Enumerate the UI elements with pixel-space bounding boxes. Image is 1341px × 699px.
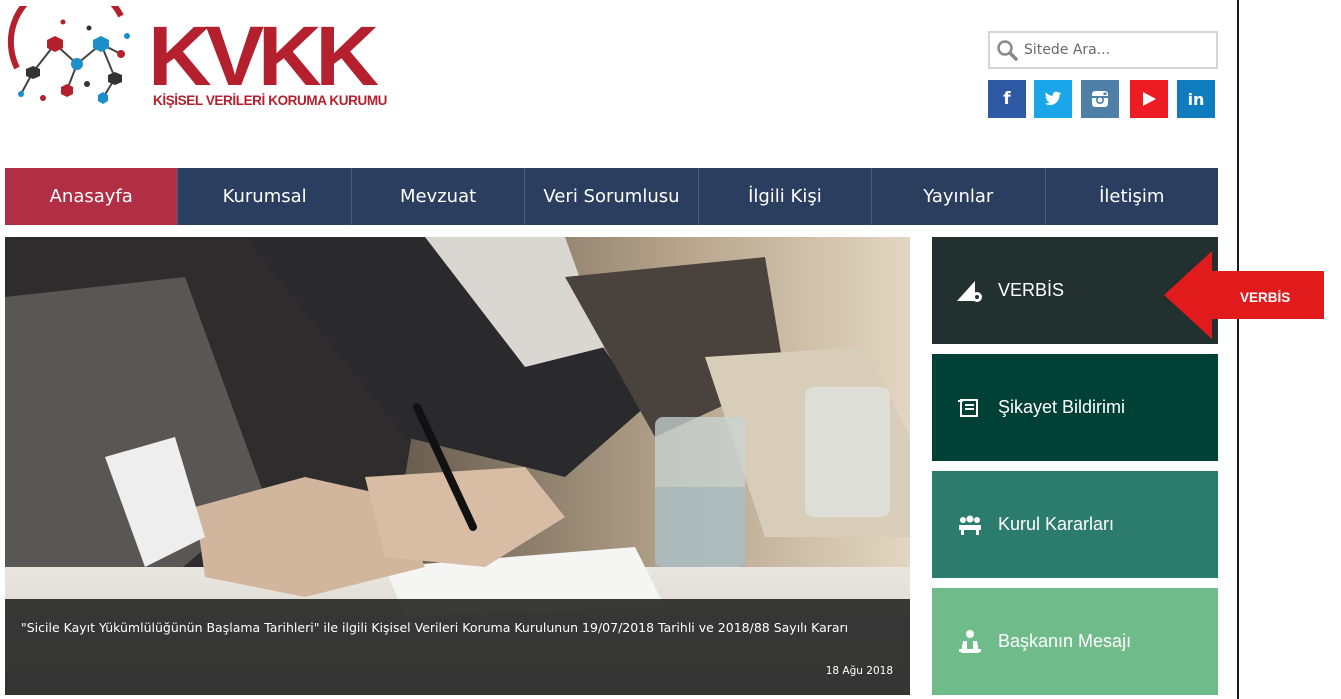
nav-item-ilgili-kisi[interactable]: İlgili Kişi [699,168,873,225]
verbis-icon [954,277,986,305]
tile-kurul-kararlari[interactable]: Kurul Kararları [932,471,1218,578]
facebook-button[interactable]: f [988,80,1026,118]
search-icon [997,40,1018,61]
board-icon [954,511,986,539]
molecule-logo-icon [7,6,130,104]
tile-verbis-label: VERBİS [998,280,1065,300]
nav-item-anasayfa[interactable]: Anasayfa [5,168,179,225]
hero-slider[interactable]: "Sicile Kayıt Yükümlülüğünün Başlama Tar… [5,237,910,695]
nav-item-yayinlar[interactable]: Yayınlar [872,168,1046,225]
annotation-label: VERBİS [1240,290,1291,305]
instagram-button[interactable] [1081,80,1119,118]
page-border-line [1237,0,1239,699]
president-icon [954,628,986,656]
nav-item-iletisim[interactable]: İletişim [1046,168,1218,225]
search-input[interactable] [1024,42,1214,58]
nav-item-mevzuat[interactable]: Mevzuat [352,168,526,225]
kvkk-logo[interactable]: KVKK KİŞİSEL VERİLERİ KORUMA KURUMU [3,6,403,116]
instagram-icon [1092,91,1108,107]
tile-sikayet-bildirimi[interactable]: Şikayet Bildirimi [932,354,1218,461]
logo-title: KVKK [148,9,379,103]
tile-baskan-label: Başkanın Mesajı [998,631,1132,651]
tile-sikayet-label: Şikayet Bildirimi [998,397,1126,417]
hero-caption-title[interactable]: "Sicile Kayıt Yükümlülüğünün Başlama Tar… [21,617,891,639]
twitter-button[interactable] [1034,80,1072,118]
facebook-icon: f [1003,89,1011,109]
nav-item-veri-sorumlusu[interactable]: Veri Sorumlusu [525,168,699,225]
youtube-button[interactable] [1130,80,1168,118]
twitter-icon [1044,91,1062,106]
linkedin-icon: in [1187,89,1205,109]
main-navigation: Anasayfa Kurumsal Mevzuat Veri Sorumlusu… [5,168,1218,225]
nav-item-kurumsal[interactable]: Kurumsal [178,168,352,225]
site-search[interactable] [988,31,1218,69]
complaint-icon [954,394,986,422]
hero-caption[interactable]: "Sicile Kayıt Yükümlülüğünün Başlama Tar… [5,599,910,695]
hero-caption-date: 18 Ağu 2018 [825,665,893,677]
logo-subtitle: KİŞİSEL VERİLERİ KORUMA KURUMU [153,93,388,108]
linkedin-button[interactable]: in [1177,80,1215,118]
tile-baskanin-mesaji[interactable]: Başkanın Mesajı [932,588,1218,695]
youtube-icon [1143,92,1156,106]
tile-kurul-label: Kurul Kararları [998,514,1115,534]
